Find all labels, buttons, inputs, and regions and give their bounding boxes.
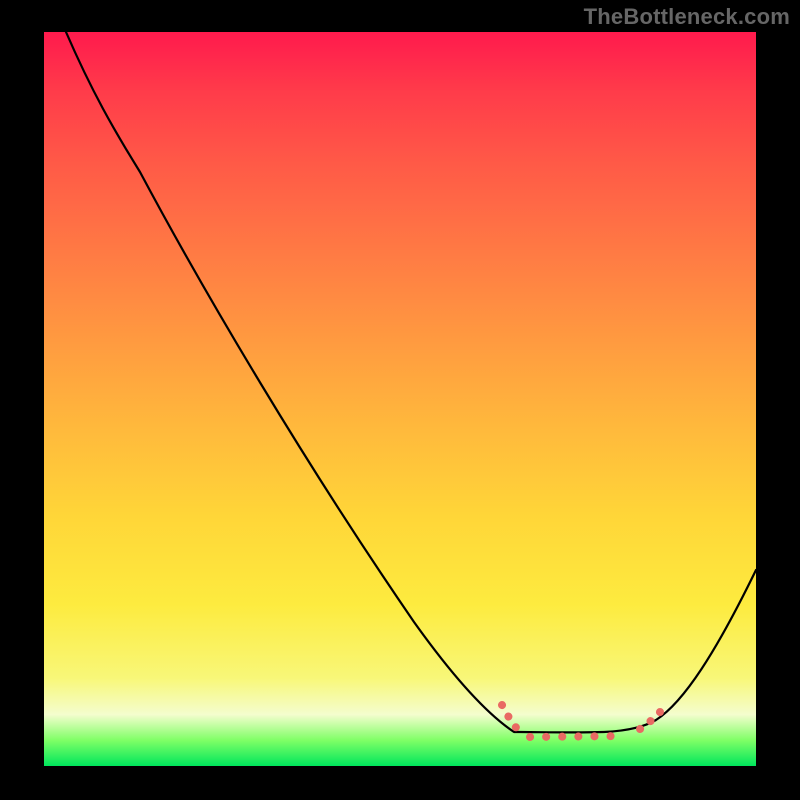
plot-area xyxy=(44,32,756,766)
chart-frame: TheBottleneck.com xyxy=(0,0,800,800)
optimal-range-dots-left xyxy=(502,705,524,734)
optimal-range-dots-bottom xyxy=(530,736,624,737)
bottleneck-curve-line xyxy=(66,32,756,732)
watermark-text: TheBottleneck.com xyxy=(584,4,790,30)
chart-svg xyxy=(44,32,756,766)
